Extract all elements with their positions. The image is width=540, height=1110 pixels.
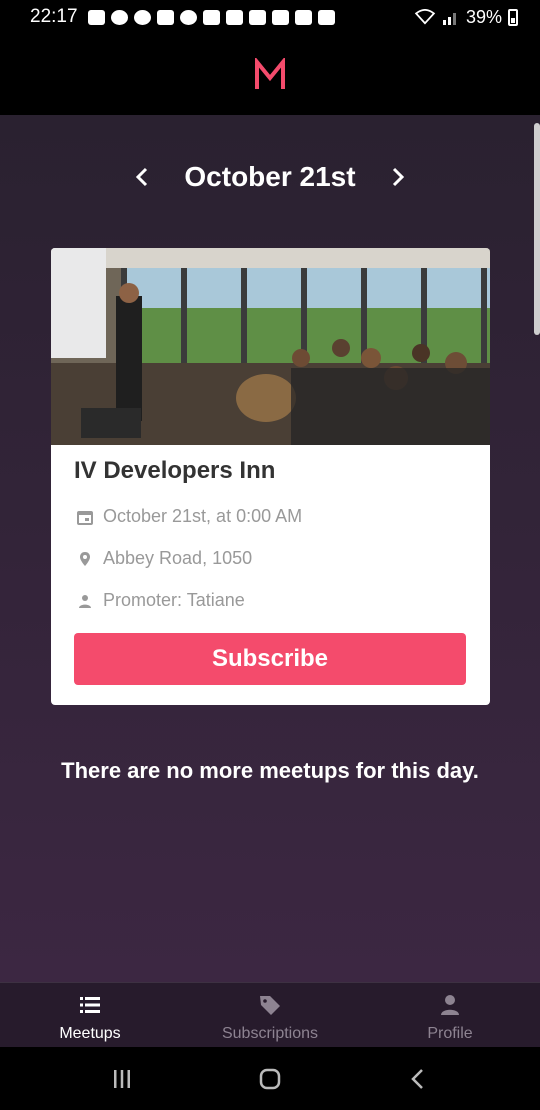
meetup-title: IV Developers Inn bbox=[74, 457, 276, 484]
ifood-icon bbox=[225, 9, 243, 25]
tab-label-subscriptions: Subscriptions bbox=[221, 1025, 319, 1042]
app-header bbox=[0, 34, 540, 115]
multiwindow-icon bbox=[248, 9, 266, 25]
home-button[interactable] bbox=[240, 1059, 300, 1099]
gmail-icon bbox=[202, 9, 220, 25]
date-title: October 21st bbox=[184, 161, 356, 192]
previous-day-button[interactable] bbox=[124, 159, 160, 195]
tab-subscriptions[interactable]: Subscriptions bbox=[180, 983, 360, 1047]
meetup-photo bbox=[51, 248, 490, 445]
location-pin-icon bbox=[80, 551, 90, 566]
youtube-icon bbox=[156, 9, 174, 25]
meetup-promoter-row: Promoter: Tatiane bbox=[77, 590, 245, 611]
tab-label-meetups: Meetups bbox=[59, 1025, 121, 1042]
meetup-datetime: October 21st, at 0:00 AM bbox=[103, 506, 303, 526]
meetup-promoter: Promoter: Tatiane bbox=[103, 590, 245, 610]
battery-percent: 39% bbox=[465, 6, 502, 27]
warning-icon bbox=[294, 9, 312, 25]
bottom-tab-bar: Meetups Subscriptions Profile bbox=[0, 982, 540, 1047]
status-time: 22:17 bbox=[30, 6, 78, 27]
status-right: 39% bbox=[414, 7, 518, 28]
back-button[interactable] bbox=[388, 1059, 448, 1099]
wifi-icon bbox=[414, 9, 436, 25]
ifood-icon bbox=[271, 9, 289, 25]
meetup-place-row: Abbey Road, 1050 bbox=[77, 548, 252, 569]
calendar-icon bbox=[77, 510, 93, 525]
signal-icon bbox=[442, 13, 456, 25]
facebook-icon bbox=[133, 9, 151, 25]
tab-profile[interactable]: Profile bbox=[360, 983, 540, 1047]
meetup-place: Abbey Road, 1050 bbox=[103, 548, 253, 568]
recent-apps-button[interactable] bbox=[92, 1059, 152, 1099]
battery-icon bbox=[508, 8, 518, 26]
system-navigation-bar bbox=[0, 1047, 540, 1110]
recent-apps-icon bbox=[114, 1069, 130, 1088]
status-bar: 22:17 39% bbox=[0, 0, 540, 34]
facebook-icon bbox=[110, 9, 128, 25]
tag-icon bbox=[260, 996, 280, 1015]
message-icon bbox=[87, 9, 105, 25]
meetup-logo-icon bbox=[255, 57, 285, 89]
no-more-meetups-message: There are no more meetups for this day. bbox=[61, 758, 479, 783]
tab-label-profile: Profile bbox=[427, 1025, 473, 1042]
date-navigation: October 21st bbox=[0, 159, 540, 195]
meetup-date-row: October 21st, at 0:00 AM bbox=[77, 506, 302, 527]
home-icon bbox=[259, 1068, 281, 1089]
scrollbar[interactable] bbox=[534, 123, 540, 335]
chevron-right-icon bbox=[392, 167, 404, 187]
meetup-card[interactable]: IV Developers Inn October 21st, at 0:00 … bbox=[51, 248, 490, 705]
person-icon bbox=[441, 995, 459, 1015]
subscribe-button[interactable]: Subscribe bbox=[74, 633, 466, 685]
next-day-button[interactable] bbox=[380, 159, 416, 195]
person-icon bbox=[79, 594, 91, 608]
reddit-icon bbox=[179, 9, 197, 25]
tab-meetups[interactable]: Meetups bbox=[0, 983, 180, 1047]
main-content[interactable]: October 21st IV Developers Inn October 2… bbox=[0, 115, 540, 982]
list-icon bbox=[80, 997, 100, 1013]
chevron-left-icon bbox=[136, 167, 148, 187]
notification-icons bbox=[87, 9, 335, 25]
back-icon bbox=[411, 1068, 423, 1089]
image-icon bbox=[317, 9, 335, 25]
